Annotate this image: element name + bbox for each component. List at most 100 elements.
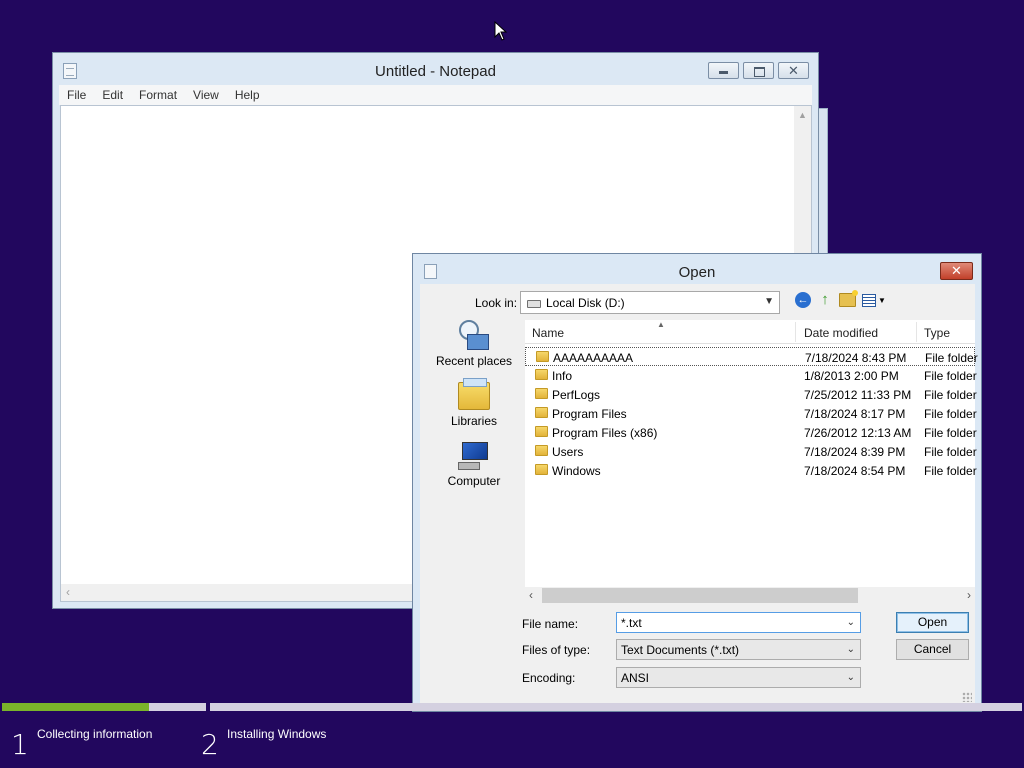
open-button[interactable]: Open bbox=[896, 612, 969, 633]
close-icon: ✕ bbox=[788, 63, 799, 78]
file-type: File folder bbox=[924, 407, 977, 421]
column-name[interactable]: Name bbox=[532, 326, 564, 340]
place-recent-places[interactable]: Recent places bbox=[428, 320, 520, 368]
notepad-menu-bar: File Edit Format View Help bbox=[59, 85, 812, 105]
open-dialog-body: Look in: Local Disk (D:) ▼ ← ↑ ▼ Recent … bbox=[420, 284, 978, 705]
file-row[interactable]: Program Files (x86) 7/26/2012 12:13 AM F… bbox=[525, 423, 977, 442]
file-date: 7/18/2024 8:43 PM bbox=[805, 351, 907, 365]
file-row[interactable]: PerfLogs 7/25/2012 11:33 PM File folder bbox=[525, 385, 977, 404]
recent-places-icon bbox=[459, 320, 489, 350]
scroll-left-icon[interactable]: ‹ bbox=[66, 585, 70, 599]
file-type: File folder bbox=[925, 351, 978, 365]
file-type: File folder bbox=[924, 369, 977, 383]
folder-icon bbox=[536, 351, 549, 362]
back-button[interactable]: ← bbox=[795, 292, 811, 308]
step-number: 1 bbox=[11, 728, 29, 761]
encoding-label: Encoding: bbox=[522, 671, 576, 685]
folder-icon bbox=[535, 407, 548, 418]
file-type-dropdown[interactable]: Text Documents (*.txt) ⌄ bbox=[616, 639, 861, 660]
file-date: 7/25/2012 11:33 PM bbox=[804, 388, 912, 402]
file-list-horizontal-scrollbar[interactable]: ‹ › bbox=[525, 587, 975, 604]
file-name: AAAAAAAAAA bbox=[553, 351, 634, 365]
file-list[interactable]: Name ▲ Date modified Type AAAAAAAAAA 7/1… bbox=[525, 320, 978, 604]
scrollbar-thumb[interactable] bbox=[542, 588, 858, 603]
place-label: Libraries bbox=[450, 414, 498, 428]
file-type: File folder bbox=[924, 426, 977, 440]
drive-icon bbox=[527, 300, 541, 308]
scroll-right-icon[interactable]: › bbox=[967, 588, 971, 602]
file-type: File folder bbox=[924, 464, 977, 478]
step-number: 2 bbox=[201, 728, 219, 761]
computer-icon bbox=[458, 442, 490, 470]
up-one-level-button[interactable]: ↑ bbox=[817, 292, 833, 308]
libraries-icon bbox=[458, 378, 490, 410]
encoding-value: ANSI bbox=[621, 671, 650, 685]
place-computer[interactable]: Computer bbox=[428, 440, 520, 488]
setup-progress-step-1 bbox=[2, 703, 206, 711]
file-row[interactable]: AAAAAAAAAA 7/18/2024 8:43 PM File folder bbox=[525, 347, 978, 366]
scroll-left-icon[interactable]: ‹ bbox=[529, 588, 533, 602]
new-folder-button[interactable] bbox=[839, 290, 858, 307]
back-arrow-icon: ← bbox=[797, 294, 809, 306]
file-row[interactable]: Windows 7/18/2024 8:54 PM File folder bbox=[525, 461, 977, 480]
menu-help[interactable]: Help bbox=[227, 85, 268, 105]
minimize-button[interactable] bbox=[708, 62, 739, 79]
places-bar: Recent places Libraries Computer bbox=[428, 320, 520, 700]
file-date: 1/8/2013 2:00 PM bbox=[804, 369, 899, 383]
chevron-down-icon: ▼ bbox=[878, 295, 886, 305]
file-name-label: File name: bbox=[522, 617, 579, 631]
column-type[interactable]: Type bbox=[924, 326, 950, 340]
step-label: Collecting information bbox=[37, 727, 153, 741]
file-type-label: Files of type: bbox=[522, 643, 591, 657]
folder-icon bbox=[535, 426, 548, 437]
notepad-title-bar[interactable]: Untitled - Notepad ✕ bbox=[53, 53, 818, 85]
dialog-close-button[interactable]: ✕ bbox=[940, 262, 973, 280]
close-icon: ✕ bbox=[951, 263, 962, 278]
folder-icon bbox=[535, 388, 548, 399]
file-date: 7/26/2012 12:13 AM bbox=[804, 426, 912, 440]
cancel-button[interactable]: Cancel bbox=[896, 639, 969, 660]
resize-grip[interactable] bbox=[962, 692, 972, 702]
look-in-dropdown[interactable]: Local Disk (D:) ▼ bbox=[520, 291, 780, 314]
menu-view[interactable]: View bbox=[185, 85, 227, 105]
file-name-value: *.txt bbox=[621, 616, 642, 630]
place-libraries[interactable]: Libraries bbox=[428, 378, 520, 428]
file-row[interactable]: Program Files 7/18/2024 8:17 PM File fol… bbox=[525, 404, 977, 423]
scroll-up-icon[interactable]: ▲ bbox=[798, 110, 807, 120]
menu-file[interactable]: File bbox=[59, 85, 94, 105]
file-date: 7/18/2024 8:17 PM bbox=[804, 407, 906, 421]
chevron-down-icon: ▼ bbox=[764, 296, 774, 307]
restore-button[interactable] bbox=[743, 62, 774, 79]
notepad-close-button[interactable]: ✕ bbox=[778, 62, 809, 79]
chevron-down-icon: ⌄ bbox=[846, 644, 855, 655]
file-date: 7/18/2024 8:39 PM bbox=[804, 445, 906, 459]
menu-edit[interactable]: Edit bbox=[94, 85, 131, 105]
open-dialog-title: Open bbox=[678, 264, 716, 281]
notepad-title: Untitled - Notepad bbox=[375, 63, 496, 80]
setup-progress-step-2 bbox=[210, 703, 1022, 711]
file-row[interactable]: Info 1/8/2013 2:00 PM File folder bbox=[525, 366, 977, 385]
sort-ascending-icon: ▲ bbox=[657, 320, 665, 329]
file-type: File folder bbox=[924, 445, 977, 459]
look-in-label: Look in: bbox=[475, 296, 518, 310]
look-in-value: Local Disk (D:) bbox=[546, 296, 625, 310]
file-name: Program Files (x86) bbox=[552, 426, 658, 440]
open-dialog-title-bar[interactable]: Open ✕ bbox=[413, 254, 981, 284]
folder-icon bbox=[535, 445, 548, 456]
menu-format[interactable]: Format bbox=[131, 85, 185, 105]
file-date: 7/18/2024 8:54 PM bbox=[804, 464, 906, 478]
chevron-down-icon: ⌄ bbox=[846, 672, 855, 683]
place-label: Recent places bbox=[435, 354, 513, 368]
chevron-down-icon[interactable]: ⌄ bbox=[847, 617, 855, 628]
file-name: Windows bbox=[552, 464, 601, 478]
file-type: File folder bbox=[924, 388, 977, 402]
open-dialog: Open ✕ Look in: Local Disk (D:) ▼ ← ↑ ▼ … bbox=[412, 253, 982, 712]
encoding-dropdown[interactable]: ANSI ⌄ bbox=[616, 667, 861, 688]
view-menu-button[interactable]: ▼ bbox=[862, 293, 886, 307]
place-label: Computer bbox=[447, 474, 501, 488]
mouse-pointer-icon bbox=[494, 21, 508, 41]
column-date-modified[interactable]: Date modified bbox=[804, 326, 878, 340]
file-name-field[interactable]: *.txt ⌄ bbox=[616, 612, 861, 633]
step-label: Installing Windows bbox=[227, 727, 327, 741]
file-row[interactable]: Users 7/18/2024 8:39 PM File folder bbox=[525, 442, 977, 461]
